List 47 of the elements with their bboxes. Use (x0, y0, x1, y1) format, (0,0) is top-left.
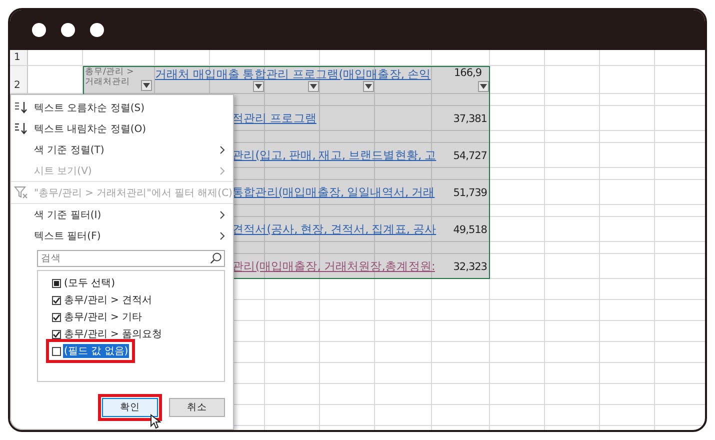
chevron-right-icon (220, 146, 225, 154)
caret-down-icon (255, 84, 262, 89)
checkbox[interactable] (52, 330, 61, 338)
table-cell-text: 49,518 (453, 224, 488, 236)
row-number: 1 (10, 50, 28, 66)
list-item[interactable]: 총무/관리 > 품의요청 (50, 326, 166, 342)
list-item[interactable]: (모두 선택) (50, 275, 118, 291)
filter-dropdown-button[interactable] (141, 80, 152, 91)
table-cell-text: 54,727 (453, 150, 488, 162)
window-dot (90, 23, 104, 37)
row-number: 2 (10, 66, 28, 94)
search-field[interactable]: 검색 (37, 250, 225, 267)
table-cell-text: 51,739 (453, 186, 488, 198)
sort-descending-icon (14, 122, 28, 135)
window-dot (61, 23, 75, 37)
checkbox[interactable] (52, 346, 61, 356)
caret-down-icon (310, 84, 317, 89)
table-cell-text: 37,381 (453, 112, 488, 124)
filter-dropdown-button[interactable] (308, 81, 319, 92)
filter-dropdown-button[interactable] (253, 81, 264, 92)
list-item[interactable]: 총무/관리 > 견적서 (50, 292, 156, 308)
cancel-button[interactable]: 취소 (169, 398, 225, 417)
list-item[interactable]: 총무/관리 > 기타 (50, 309, 146, 325)
checkbox[interactable] (52, 312, 61, 322)
checkbox[interactable] (52, 296, 61, 304)
sort-ascending-icon (14, 101, 28, 114)
menu-item[interactable]: 색 기준 필터(I) (11, 204, 233, 225)
chevron-right-icon (220, 166, 225, 174)
checkbox[interactable] (52, 278, 61, 288)
filter-clear-icon (14, 186, 28, 199)
chevron-right-icon (220, 210, 225, 218)
chevron-right-icon (220, 232, 225, 240)
table-cell-text: 총무/관리 > 거래처관리 (85, 67, 135, 87)
menu-item[interactable]: 텍스트 필터(F) (11, 225, 233, 246)
caret-down-icon (365, 84, 372, 89)
caret-down-icon (480, 84, 487, 89)
filter-dropdown-button[interactable] (363, 81, 374, 92)
filter-dropdown-button[interactable] (478, 81, 489, 92)
search-icon (210, 252, 222, 264)
link-cell[interactable]: 거래처 매입매출 통합관리 프로그램(매입매출장, 손익 (155, 67, 432, 82)
table-cell-text: 166,9 (453, 67, 483, 79)
caret-down-icon (143, 83, 150, 88)
window-dot (32, 23, 46, 37)
table-cell-text: 32,323 (453, 260, 488, 272)
menu-item[interactable]: 텍스트 오름차순 정렬(S) (11, 97, 233, 118)
menu-item[interactable]: 색 기준 정렬(T) (11, 139, 233, 160)
menu-item[interactable]: 텍스트 내림차순 정렬(O) (11, 118, 233, 139)
